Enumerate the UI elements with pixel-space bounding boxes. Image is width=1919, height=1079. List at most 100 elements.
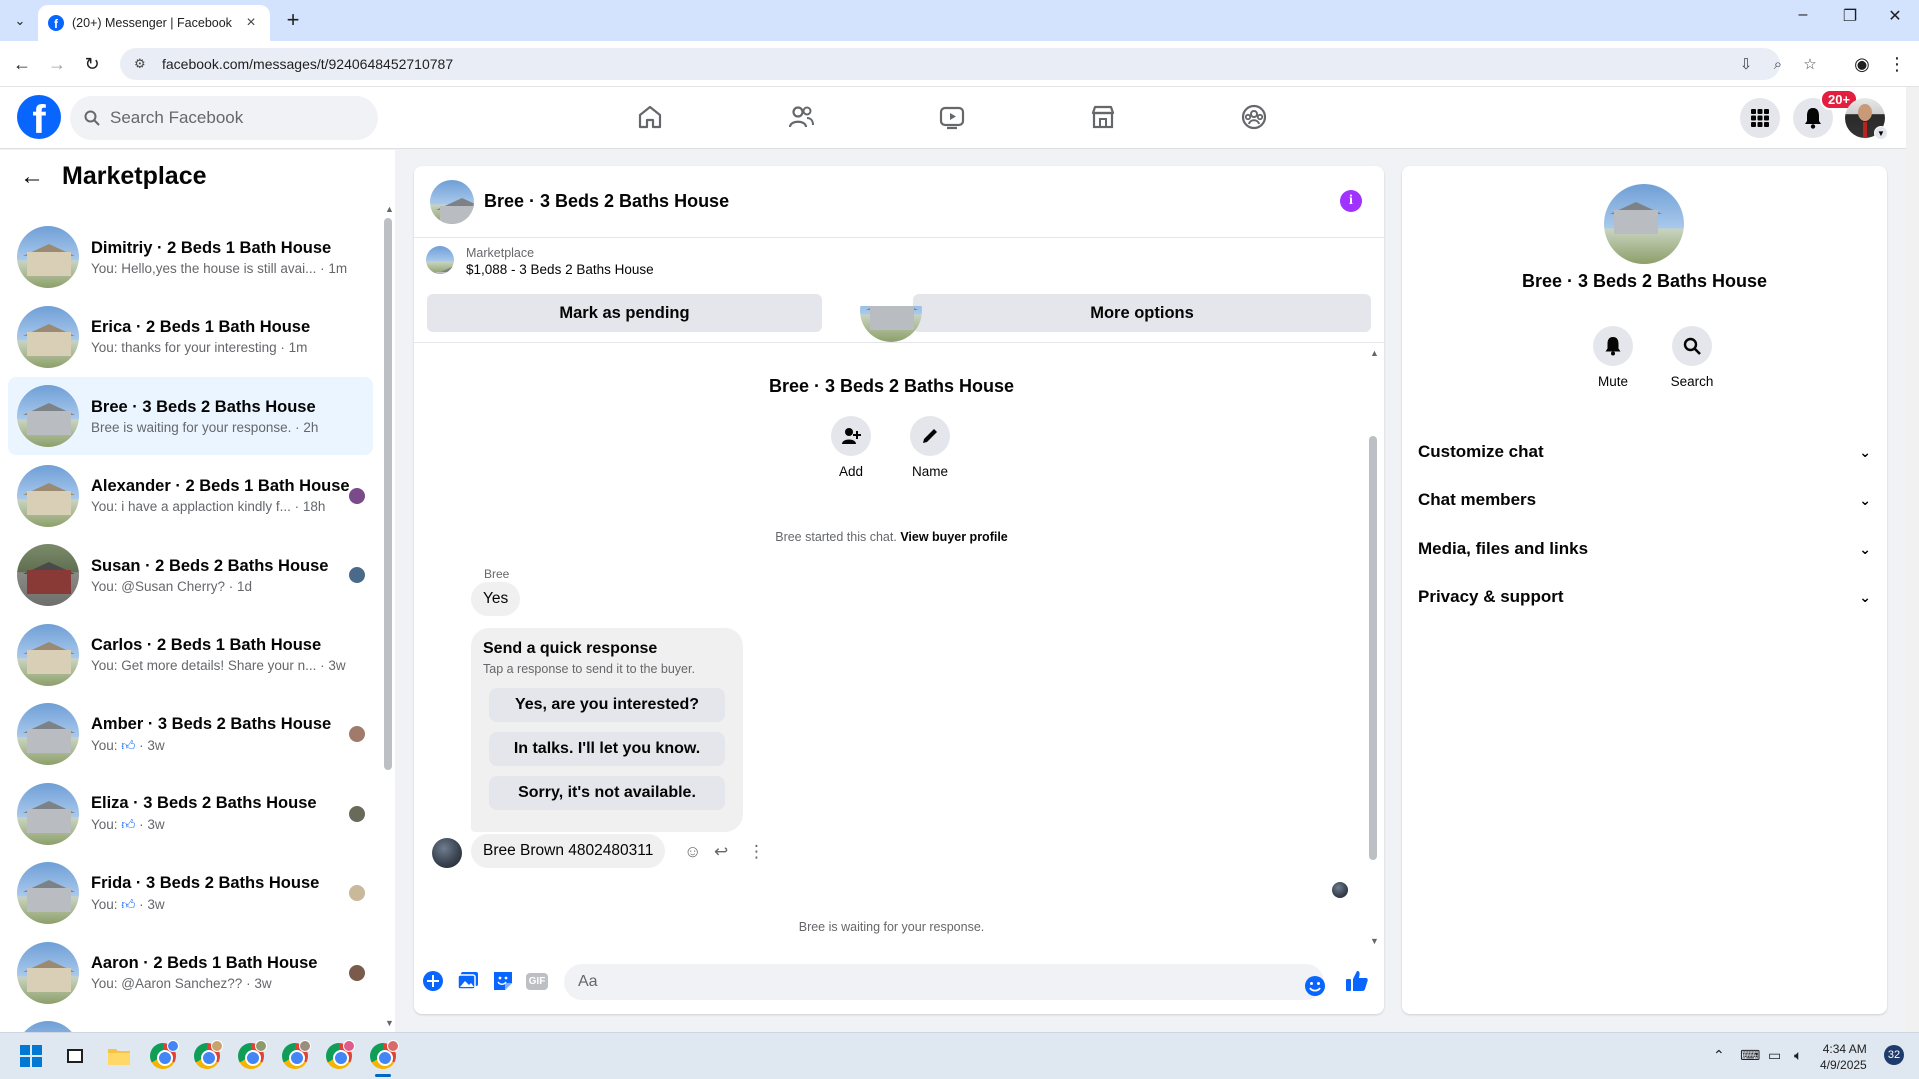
photo-icon[interactable]: [455, 968, 481, 994]
listing-avatar: [17, 623, 79, 686]
chrome-profile-active-icon[interactable]: [368, 1040, 399, 1071]
add-person-icon: [842, 428, 861, 444]
gif-icon[interactable]: GIF: [524, 968, 550, 994]
conversation-row[interactable]: Aaron · 2 Beds 1 Bath House You: @Aaron S…: [8, 934, 373, 1012]
browser-menu-icon[interactable]: ⋮: [1885, 52, 1909, 76]
conversation-row[interactable]: Bisho · 2 Beds 1 Bath House: [8, 1013, 373, 1032]
browser-toolbar: ← → ↻ ⚙ facebook.com/messages/t/92406484…: [0, 41, 1919, 87]
react-emoji-icon[interactable]: ☺: [684, 842, 701, 862]
home-nav-icon[interactable]: [630, 97, 670, 137]
menu-grid-icon[interactable]: [1740, 98, 1780, 138]
quick-reply-button[interactable]: In talks. I'll let you know.: [489, 732, 725, 766]
chrome-profile-icon[interactable]: [324, 1040, 355, 1071]
browser-tab-bar: ⌄ f (20+) Messenger | Facebook × + – ❐ ✕: [0, 0, 1919, 41]
chat-scroll-up-icon[interactable]: ▲: [1370, 348, 1379, 358]
name-chat-button[interactable]: Name: [900, 416, 960, 479]
minimize-icon[interactable]: –: [1788, 6, 1818, 24]
conversation-row[interactable]: Alexander · 2 Beds 1 Bath House You: i ha…: [8, 457, 373, 535]
install-app-icon[interactable]: ⇩: [1730, 55, 1762, 73]
chat-header-avatar[interactable]: [430, 179, 474, 224]
notification-center-badge[interactable]: 32: [1884, 1045, 1904, 1065]
facebook-search[interactable]: [70, 96, 378, 140]
reply-icon[interactable]: ↩: [714, 842, 728, 862]
conversation-row[interactable]: Frida · 3 Beds 2 Baths House You: 👍︎ · 3w: [8, 854, 373, 932]
privacy-support-section[interactable]: Privacy & support ⌄: [1418, 577, 1871, 617]
conversation-row[interactable]: Erica · 2 Beds 1 Bath House You: thanks f…: [8, 298, 373, 376]
plus-circle-icon[interactable]: [420, 968, 446, 994]
conversation-row[interactable]: Susan · 2 Beds 2 Baths House You: @Susan …: [8, 536, 373, 614]
search-in-chat-button[interactable]: Search: [1662, 326, 1722, 389]
window-close-icon[interactable]: ✕: [1880, 6, 1910, 26]
facebook-logo[interactable]: f: [17, 95, 61, 139]
back-icon[interactable]: ←: [10, 52, 34, 76]
more-options-button[interactable]: More options: [913, 294, 1371, 332]
sidebar-scroll-up-icon[interactable]: ▲: [385, 204, 394, 214]
page-scrollbar[interactable]: [1906, 87, 1919, 1032]
forward-icon[interactable]: →: [45, 52, 69, 76]
customize-chat-section[interactable]: Customize chat ⌄: [1418, 432, 1871, 472]
windows-start-icon[interactable]: [16, 1041, 46, 1071]
chrome-profile-icon[interactable]: [236, 1040, 267, 1071]
message-more-icon[interactable]: ⋮: [748, 842, 765, 862]
site-info-icon[interactable]: ⚙: [134, 56, 152, 72]
address-bar[interactable]: ⚙ facebook.com/messages/t/92406484527107…: [120, 48, 1817, 80]
reload-icon[interactable]: ↻: [80, 52, 104, 76]
file-explorer-icon[interactable]: [104, 1041, 134, 1071]
chat-members-section[interactable]: Chat members ⌄: [1418, 480, 1871, 520]
restore-icon[interactable]: ❐: [1835, 6, 1865, 26]
tray-chevron-up-icon[interactable]: ⌃: [1713, 1047, 1725, 1064]
system-clock[interactable]: 4:34 AM 4/9/2025: [1820, 1041, 1867, 1073]
conversation-row[interactable]: Amber · 3 Beds 2 Baths House You: 👍︎ · 3w: [8, 695, 373, 773]
sender-avatar[interactable]: [432, 838, 462, 868]
task-view-icon[interactable]: [60, 1041, 90, 1071]
chat-scrollbar[interactable]: [1369, 436, 1377, 860]
chat-title[interactable]: Bree · 3 Beds 2 Baths House: [484, 191, 729, 212]
chrome-profile-icon[interactable]: [280, 1040, 311, 1071]
conversation-row[interactable]: Bree · 3 Beds 2 Baths House Bree is waiti…: [8, 377, 373, 455]
message-bubble[interactable]: Bree Brown 4802480311: [471, 834, 666, 868]
chevron-down-icon: ⌄: [1859, 491, 1871, 508]
account-chevron-down-icon[interactable]: ▼: [1874, 126, 1888, 140]
groups-nav-icon[interactable]: [1234, 97, 1274, 137]
marketplace-nav-icon[interactable]: [1083, 97, 1123, 137]
back-arrow-icon[interactable]: ←: [20, 163, 44, 191]
conversation-row[interactable]: Carlos · 2 Beds 1 Bath House You: Get mor…: [8, 616, 373, 694]
new-tab-button[interactable]: +: [280, 8, 306, 32]
listing-avatar: [17, 703, 79, 765]
conversation-row[interactable]: Eliza · 3 Beds 2 Baths House You: 👍︎ · 3w: [8, 775, 373, 853]
media-files-links-section[interactable]: Media, files and links ⌄: [1418, 529, 1871, 569]
volume-icon[interactable]: 🔈︎: [1794, 1047, 1802, 1064]
search-input[interactable]: [110, 108, 360, 128]
conversation-row[interactable]: Dimitriy · 2 Beds 1 Bath House You: Hello…: [8, 218, 373, 296]
message-bubble[interactable]: Yes: [471, 582, 521, 616]
message-input-box[interactable]: [564, 964, 1324, 1000]
keyboard-icon[interactable]: ⌨: [1740, 1047, 1760, 1064]
browser-tab[interactable]: f (20+) Messenger | Facebook ×: [38, 5, 270, 41]
bookmark-star-icon[interactable]: ☆: [1794, 55, 1826, 73]
add-people-button[interactable]: Add: [821, 416, 881, 479]
sidebar-scroll-down-icon[interactable]: ▼: [385, 1018, 394, 1028]
view-buyer-profile-link[interactable]: View buyer profile: [900, 530, 1007, 544]
mute-button[interactable]: Mute: [1583, 326, 1643, 389]
emoji-icon[interactable]: [1302, 973, 1328, 999]
sidebar-scrollbar[interactable]: [384, 218, 392, 770]
thumbs-up-icon[interactable]: [1344, 968, 1370, 994]
tab-close-icon[interactable]: ×: [242, 14, 260, 32]
mark-as-pending-button[interactable]: Mark as pending: [427, 294, 822, 332]
profile-icon[interactable]: ◉: [1850, 52, 1874, 76]
chrome-profile-icon[interactable]: [192, 1040, 223, 1071]
video-nav-icon[interactable]: [932, 97, 972, 137]
sticker-icon[interactable]: [490, 968, 516, 994]
message-input[interactable]: [578, 973, 1268, 991]
chat-scroll-down-icon[interactable]: ▼: [1370, 936, 1379, 946]
friends-nav-icon[interactable]: [781, 97, 821, 137]
quick-reply-button[interactable]: Sorry, it's not available.: [489, 776, 725, 810]
info-icon[interactable]: i: [1340, 190, 1362, 212]
listing-bar[interactable]: Marketplace $1,088 - 3 Beds 2 Baths Hous…: [426, 246, 654, 277]
network-icon[interactable]: ▭: [1768, 1047, 1781, 1064]
tab-search-chevron-icon[interactable]: ⌄: [8, 9, 32, 33]
quick-reply-button[interactable]: Yes, are you interested?: [489, 688, 725, 722]
chrome-profile-icon[interactable]: [148, 1040, 179, 1071]
zoom-icon[interactable]: ⌕: [1762, 56, 1794, 73]
details-avatar[interactable]: [1604, 184, 1684, 264]
